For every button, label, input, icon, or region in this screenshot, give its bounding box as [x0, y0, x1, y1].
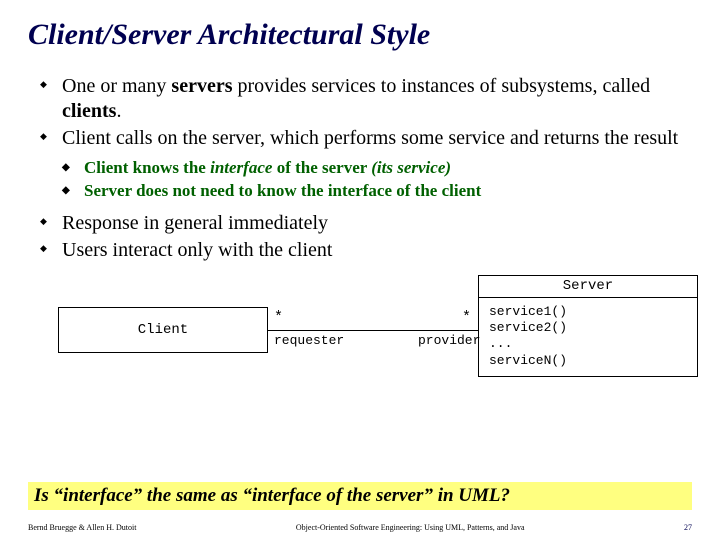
footer-page-number: 27 — [684, 523, 692, 532]
footer-book-title: Object-Oriented Software Engineering: Us… — [296, 523, 525, 532]
text: Client knows the — [84, 158, 210, 177]
op: service1() — [489, 304, 687, 320]
bullet-4: Users interact only with the client — [40, 238, 692, 263]
text: provides services to instances of subsys… — [233, 75, 651, 97]
slide-title: Client/Server Architectural Style — [28, 18, 692, 52]
association-line — [268, 330, 478, 331]
multiplicity-left: * — [274, 309, 283, 326]
server-class-ops: service1() service2() ... serviceN() — [478, 297, 698, 377]
role-provider: provider — [418, 333, 480, 348]
bullet-1: One or many servers provides services to… — [40, 74, 692, 124]
client-class-box: Client — [58, 307, 268, 353]
sub-bullet-1: Client knows the interface of the server… — [62, 157, 692, 180]
sub-bullet-list: Client knows the interface of the server… — [62, 157, 692, 203]
text-it: (its service) — [371, 158, 451, 177]
multiplicity-right: * — [462, 309, 471, 326]
uml-diagram: Client Server service1() service2() ... … — [58, 271, 698, 391]
main-bullet-list: One or many servers provides services to… — [40, 74, 692, 151]
text-bold: clients — [62, 100, 116, 122]
bullet-2: Client calls on the server, which perfor… — [40, 126, 692, 151]
text-bi: interface — [210, 158, 272, 177]
server-class-name: Server — [478, 275, 698, 297]
op: service2() — [489, 320, 687, 336]
text: One or many — [62, 75, 171, 97]
footer: Bernd Bruegge & Allen H. Dutoit Object-O… — [0, 523, 720, 532]
question-highlight: Is “interface” the same as “interface of… — [28, 482, 692, 510]
sub-bullet-2: Server does not need to know the interfa… — [62, 180, 692, 203]
role-requester: requester — [274, 333, 344, 348]
text-bold: servers — [171, 75, 232, 97]
bullet-3: Response in general immediately — [40, 211, 692, 236]
op: serviceN() — [489, 353, 687, 369]
main-bullet-list-2: Response in general immediately Users in… — [40, 211, 692, 263]
op: ... — [489, 336, 687, 352]
footer-authors: Bernd Bruegge & Allen H. Dutoit — [28, 523, 136, 532]
text: . — [116, 100, 121, 122]
slide: Client/Server Architectural Style One or… — [0, 0, 720, 540]
text: of the server — [272, 158, 371, 177]
